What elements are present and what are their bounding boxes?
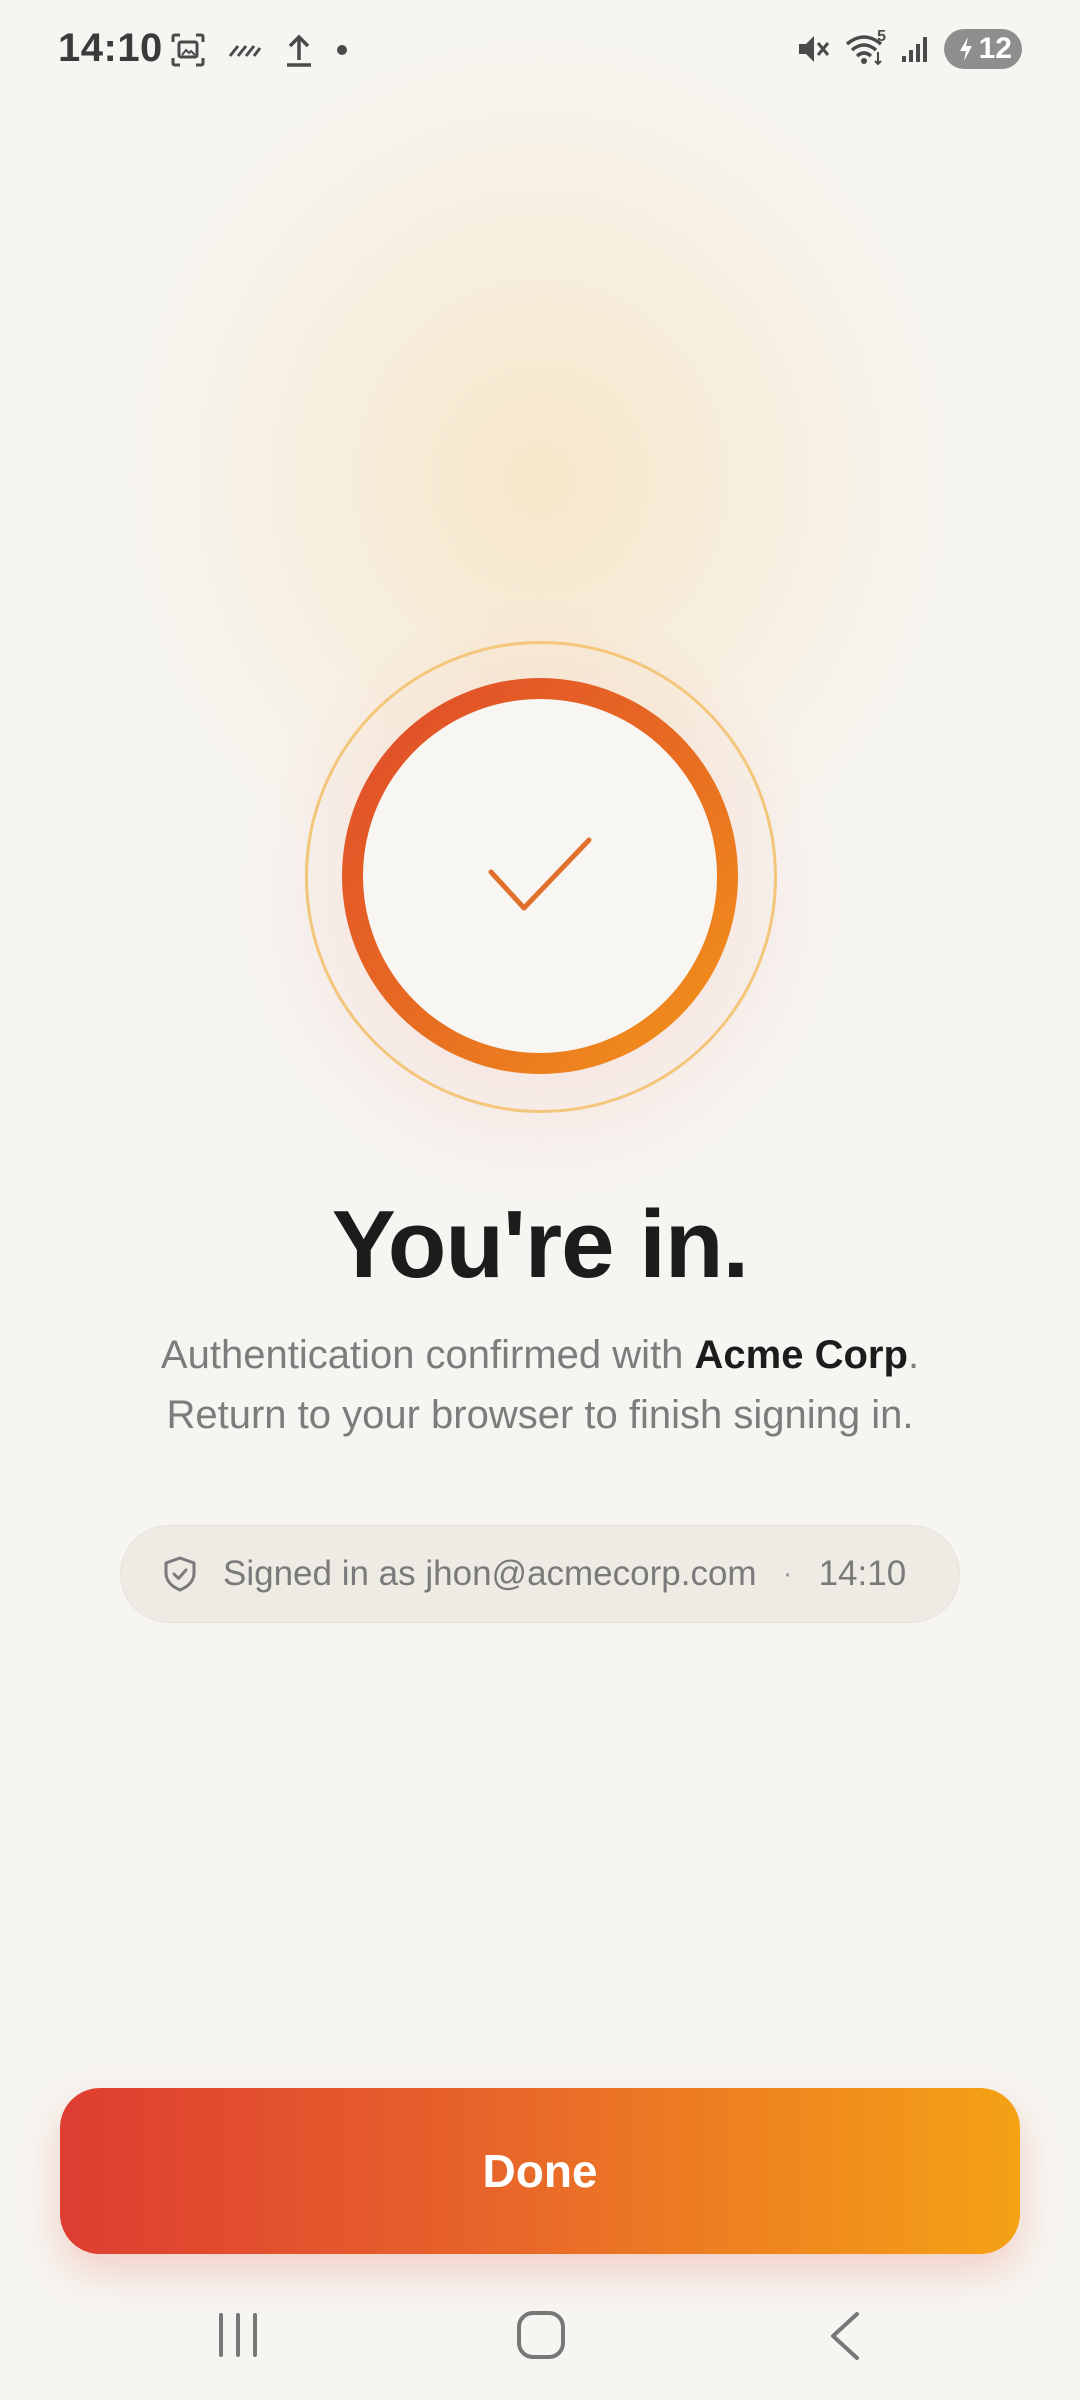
status-bar: 14:10 5 12 [0,0,1080,100]
signal-icon [900,34,930,64]
signed-in-separator: · [782,1557,793,1590]
subtitle-suffix: . [907,1333,920,1377]
done-label: Done [482,2145,598,2197]
battery-icon: 12 [944,29,1022,69]
status-right-icons: 5 12 [782,26,1022,72]
wifi-icon: 5 [844,28,886,66]
screenshot-icon [170,32,206,68]
nfc-icon [228,40,262,60]
signed-in-time: 14:10 [818,1554,907,1593]
org-name: Acme Corp [694,1333,908,1377]
success-indicator [305,641,777,1113]
shield-check-icon [163,1555,197,1593]
subtitle-line-1: Authentication confirmed with Acme Corp. [60,1325,1020,1385]
subtitle-prefix: Authentication confirmed with [160,1333,695,1377]
battery-level: 12 [978,32,1012,65]
done-button[interactable]: Done [60,2088,1020,2254]
check-icon [485,836,595,921]
subtitle-line-2: Return to your browser to finish signing… [166,1393,914,1437]
dot-icon [336,44,348,56]
status-left-icons [170,28,370,72]
wifi-badge: 5 [877,28,886,45]
signed-in-badge: Signed in as jhon@acmecorp.com · 14:10 [120,1525,960,1623]
signed-in-label: Signed in as jhon@acmecorp.com [223,1554,757,1593]
recents-icon[interactable] [213,2310,263,2365]
upload-icon [284,32,314,68]
page-title: You're in. [331,1191,749,1298]
home-icon[interactable] [515,2307,567,2368]
mute-icon [796,32,830,66]
status-time: 14:10 [58,26,163,70]
back-icon[interactable] [825,2310,865,2367]
subtitle: Authentication confirmed with Acme Corp.… [60,1325,1020,1445]
nav-bar [0,2290,1080,2400]
